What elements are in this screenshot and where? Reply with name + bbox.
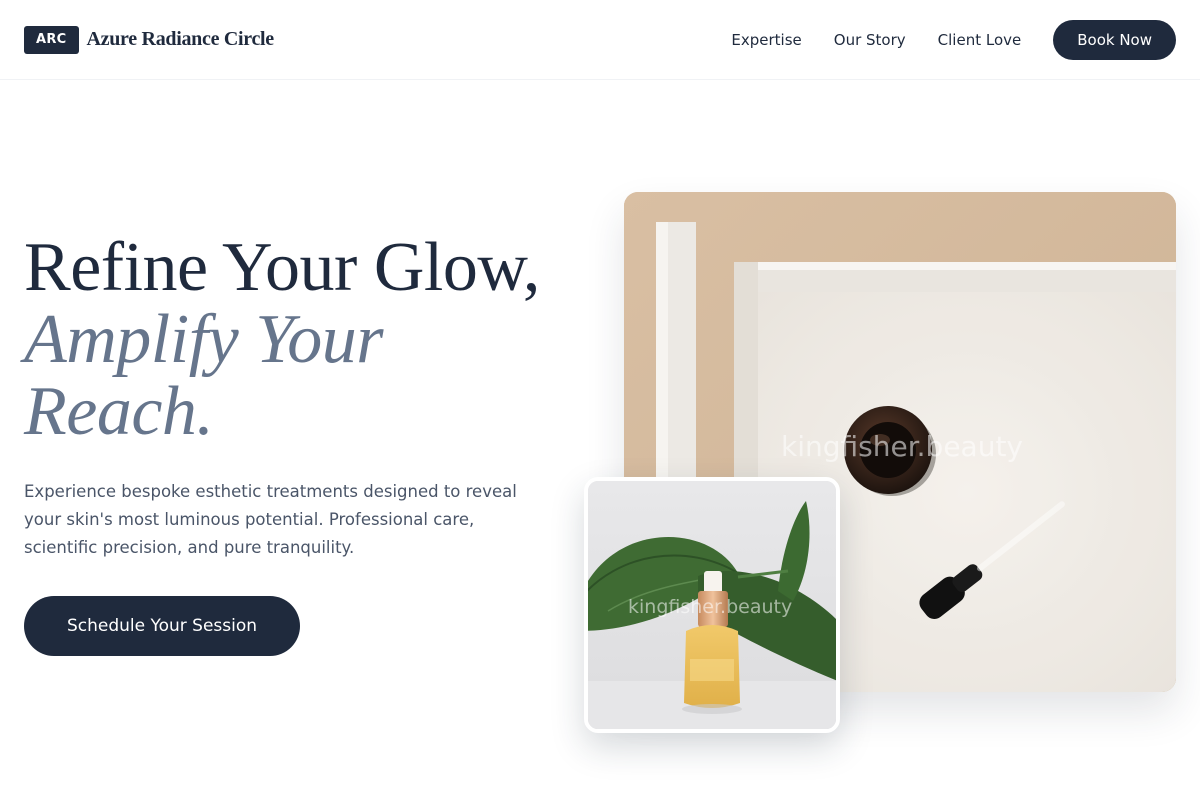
main-nav: Expertise Our Story Client Love Book Now: [731, 19, 1176, 60]
nav-link-expertise[interactable]: Expertise: [731, 31, 801, 49]
brand-name: Azure Radiance Circle: [86, 28, 275, 50]
schedule-session-button[interactable]: Schedule Your Session: [24, 596, 300, 656]
headline-line-2: Amplify Your Reach.: [24, 301, 383, 450]
inset-image-watermark: kingfisher.beauty: [628, 596, 793, 618]
nav-link-our-story[interactable]: Our Story: [834, 31, 906, 49]
hero-section: Refine Your Glow, Amplify Your Reach. Ex…: [24, 232, 584, 656]
main-image-watermark: kingfisher.beauty: [781, 430, 1024, 463]
logo-badge: ARC: [24, 25, 79, 54]
nav-link-client-love[interactable]: Client Love: [938, 31, 1022, 49]
headline-line-1: Refine Your Glow,: [24, 229, 540, 306]
hero-description: Experience bespoke esthetic treatments d…: [24, 482, 517, 557]
hero-inset-image: kingfisher.beauty: [584, 477, 840, 733]
book-now-button[interactable]: Book Now: [1053, 19, 1176, 60]
site-header: ARC Azure Radiance Circle Expertise Our …: [0, 0, 1200, 80]
hero-headline: Refine Your Glow, Amplify Your Reach.: [24, 232, 584, 448]
brand-logo[interactable]: ARC Azure Radiance Circle: [24, 25, 275, 54]
